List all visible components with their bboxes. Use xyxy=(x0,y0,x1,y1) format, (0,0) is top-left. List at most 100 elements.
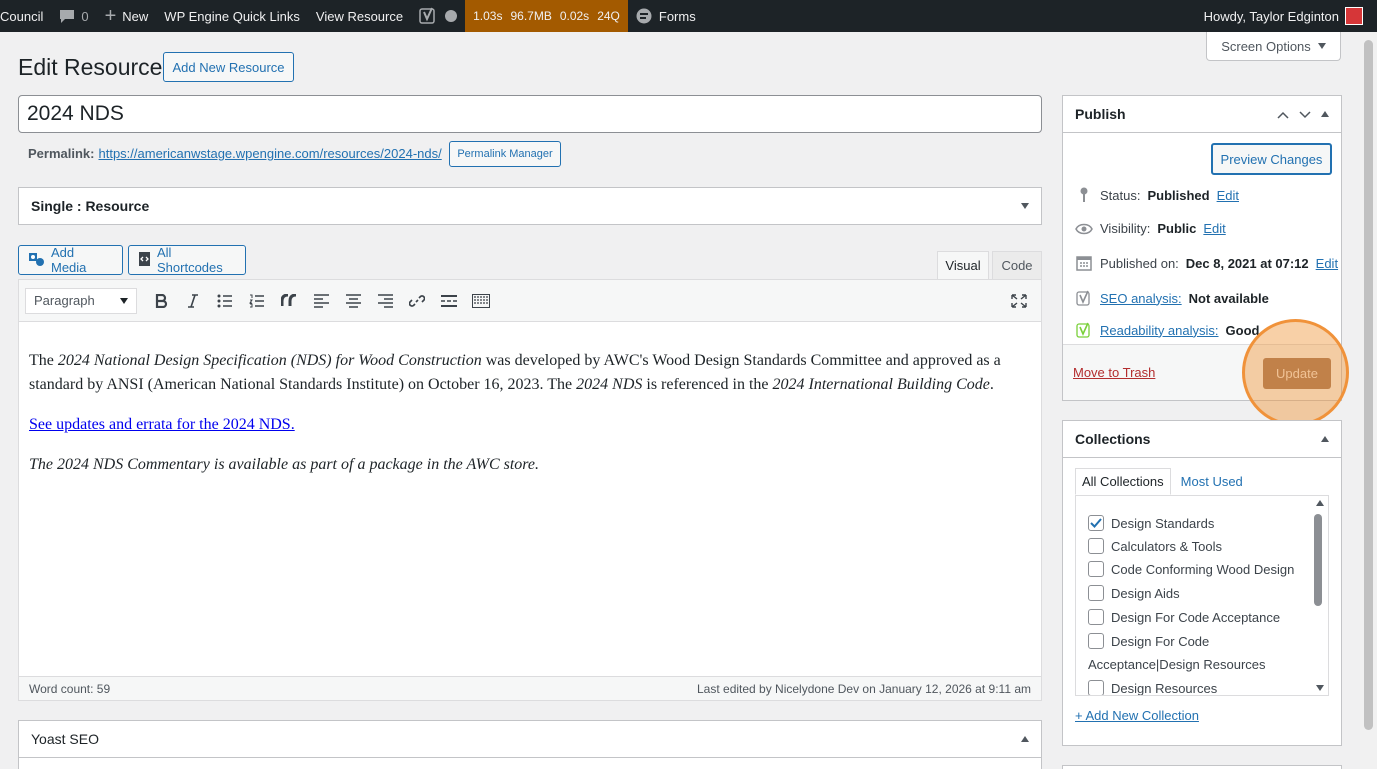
preview-changes-button[interactable]: Preview Changes xyxy=(1211,143,1332,175)
list-item[interactable]: Design Aids xyxy=(1088,585,1180,601)
list-item[interactable]: Design For Code Acceptance xyxy=(1088,609,1280,625)
all-shortcodes-label: All Shortcodes xyxy=(157,245,223,275)
yoast-seo-header[interactable]: Yoast SEO xyxy=(19,721,1041,758)
read-more-button[interactable] xyxy=(433,287,465,315)
template-select[interactable]: Single : Resource xyxy=(18,187,1042,225)
query-monitor-stats[interactable]: 1.03s 96.7MB 0.02s 24Q xyxy=(465,0,628,32)
status-label: Status: xyxy=(1100,187,1141,203)
wp-engine-quick-links[interactable]: WP Engine Quick Links xyxy=(156,0,308,32)
add-new-collection-link[interactable]: + Add New Collection xyxy=(1075,708,1199,723)
view-resource-link[interactable]: View Resource xyxy=(308,0,411,32)
collections-title: Collections xyxy=(1075,431,1151,447)
new-content-link[interactable]: + New xyxy=(97,0,157,32)
add-media-label: Add Media xyxy=(51,245,87,275)
post-title-input[interactable]: 2024 NDS xyxy=(18,95,1042,133)
collapse-icon[interactable] xyxy=(1021,736,1029,742)
next-metabox xyxy=(1062,765,1342,769)
content-paragraph-2: See updates and errata for the 2024 NDS. xyxy=(29,413,1031,437)
page-scrollbar-thumb[interactable] xyxy=(1364,40,1373,730)
click-highlight-marker xyxy=(1242,319,1349,426)
avatar[interactable] xyxy=(1345,7,1363,25)
tab-visual[interactable]: Visual xyxy=(937,251,989,280)
yoast-seo-metabox: Yoast SEO xyxy=(18,720,1042,769)
list-item[interactable]: Design Resources xyxy=(1088,680,1217,695)
format-select[interactable]: Paragraph xyxy=(25,287,137,314)
screen-options-button[interactable]: Screen Options xyxy=(1206,32,1341,61)
seo-analysis-link[interactable]: SEO analysis: xyxy=(1100,291,1182,306)
tab-most-used[interactable]: Most Used xyxy=(1171,468,1249,495)
yoast-icon xyxy=(419,7,437,25)
scroll-up-icon[interactable] xyxy=(1316,500,1324,506)
move-to-trash-link[interactable]: Move to Trash xyxy=(1073,365,1155,380)
link-button[interactable] xyxy=(401,287,433,315)
visibility-label: Visibility: xyxy=(1100,221,1151,236)
checkbox[interactable] xyxy=(1088,585,1104,601)
align-left-button[interactable] xyxy=(305,287,337,315)
forms-menu[interactable]: Forms xyxy=(628,0,704,32)
collections-checklist: Design Standards Calculators & Tools Cod… xyxy=(1075,495,1329,696)
chevron-up-icon[interactable] xyxy=(1277,106,1289,122)
bullet-list-button[interactable] xyxy=(209,287,241,315)
align-center-button[interactable] xyxy=(337,287,369,315)
add-media-button[interactable]: Add Media xyxy=(18,245,123,275)
blockquote-button[interactable] xyxy=(273,287,305,315)
chevron-down-icon xyxy=(120,297,128,304)
editor-content[interactable]: The 2024 National Design Specification (… xyxy=(19,322,1041,477)
align-right-button[interactable] xyxy=(369,287,401,315)
all-shortcodes-button[interactable]: All Shortcodes xyxy=(128,245,246,275)
list-scrollbar[interactable] xyxy=(1314,514,1322,606)
eye-icon xyxy=(1075,223,1093,235)
numbered-list-button[interactable] xyxy=(241,287,273,315)
yoast-seo-title: Yoast SEO xyxy=(31,731,99,747)
collapse-icon[interactable] xyxy=(1321,111,1329,117)
collapse-icon[interactable] xyxy=(1321,436,1329,442)
tab-code[interactable]: Code xyxy=(992,251,1042,280)
fullscreen-button[interactable] xyxy=(1003,287,1035,315)
edit-date-link[interactable]: Edit xyxy=(1316,256,1338,271)
format-select-value: Paragraph xyxy=(34,293,95,308)
content-paragraph-3: The 2024 NDS Commentary is available as … xyxy=(29,456,540,473)
calendar-icon xyxy=(1075,255,1093,271)
add-new-resource-button[interactable]: Add New Resource xyxy=(163,52,294,82)
yoast-menu[interactable] xyxy=(411,0,465,32)
editor-toolbar: Paragraph xyxy=(19,280,1041,322)
seo-analysis-row: SEO analysis: Not available xyxy=(1075,289,1269,307)
permalink-manager-button[interactable]: Permalink Manager xyxy=(449,141,561,167)
checkbox[interactable] xyxy=(1088,609,1104,625)
yoast-seo-icon xyxy=(1075,289,1093,307)
site-name-link[interactable]: Council xyxy=(0,0,51,32)
checkbox[interactable] xyxy=(1088,633,1104,649)
collections-header: Collections xyxy=(1063,421,1341,458)
list-item[interactable]: Design Standards xyxy=(1088,515,1214,531)
list-item[interactable]: Code Conforming Wood Design xyxy=(1088,561,1294,577)
last-edited: Last edited by Nicelydone Dev on January… xyxy=(697,681,1031,696)
permalink-url-link[interactable]: https://americanwstage.wpengine.com/reso… xyxy=(98,146,441,161)
yoast-readability-icon xyxy=(1075,321,1093,339)
comments-count: 0 xyxy=(81,8,89,24)
admin-bar: Council 0 + New WP Engine Quick Links Vi… xyxy=(0,0,1377,32)
checkbox[interactable] xyxy=(1088,515,1104,531)
word-count: Word count: 59 xyxy=(29,681,111,696)
readability-analysis-link[interactable]: Readability analysis: xyxy=(1100,323,1219,338)
bold-button[interactable] xyxy=(145,287,177,315)
chevron-down-icon[interactable] xyxy=(1299,106,1311,122)
page-scrollbar[interactable] xyxy=(1360,32,1377,769)
scroll-down-icon[interactable] xyxy=(1316,685,1324,691)
list-item-continuation: Acceptance|Design Resources xyxy=(1088,657,1266,672)
list-item[interactable]: Design For Code xyxy=(1088,633,1209,649)
list-item[interactable]: Calculators & Tools xyxy=(1088,538,1222,554)
publish-header: Publish xyxy=(1063,96,1341,133)
italic-button[interactable] xyxy=(177,287,209,315)
account-menu[interactable]: Howdy, Taylor Edginton xyxy=(1196,0,1339,32)
comments-link[interactable]: 0 xyxy=(51,0,96,32)
edit-visibility-link[interactable]: Edit xyxy=(1203,221,1225,236)
checkbox[interactable] xyxy=(1088,680,1104,695)
edit-status-link[interactable]: Edit xyxy=(1217,188,1239,203)
toolbar-toggle-button[interactable] xyxy=(465,287,497,315)
checkbox[interactable] xyxy=(1088,561,1104,577)
checkbox[interactable] xyxy=(1088,538,1104,554)
tab-all-collections[interactable]: All Collections xyxy=(1075,468,1171,495)
content-paragraph-1: The 2024 National Design Specification (… xyxy=(29,352,1001,393)
errata-link[interactable]: See updates and errata for the 2024 NDS. xyxy=(29,416,295,433)
screen-options-label: Screen Options xyxy=(1221,38,1311,54)
